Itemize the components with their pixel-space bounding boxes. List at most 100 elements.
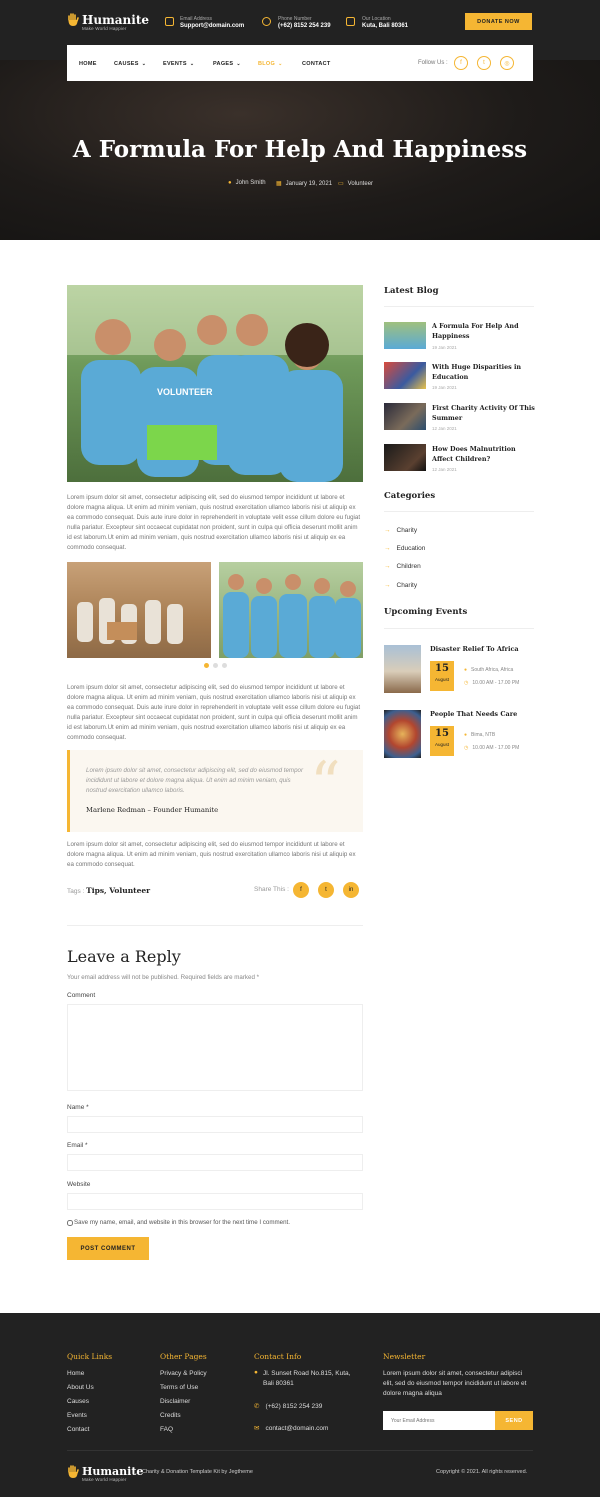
save-info-checkbox[interactable] — [67, 1220, 73, 1226]
post-title[interactable]: A Formula For Help And Happiness — [432, 321, 537, 341]
event-day: 15 — [435, 728, 449, 739]
other-pages-title: Other Pages — [160, 1352, 207, 1361]
post-date: 19 Jan 2021 — [432, 385, 457, 390]
brand-name[interactable]: Humanite — [82, 13, 149, 27]
quick-links-title: Quick Links — [67, 1352, 113, 1361]
reply-title: Leave a Reply — [67, 947, 181, 966]
category-item[interactable]: → Charity — [384, 582, 417, 589]
save-info-label: Save my name, email, and website in this… — [74, 1219, 290, 1226]
footer-link[interactable]: FAQ — [160, 1426, 173, 1433]
tags-value[interactable]: Tips, Volunteer — [86, 886, 150, 895]
categories-title: Categories — [384, 491, 436, 501]
nav-blog[interactable]: BLOG ⌄ — [258, 61, 283, 67]
facebook-icon[interactable]: f — [454, 56, 468, 70]
category-label: Children — [396, 563, 421, 570]
post-title[interactable]: First Charity Activity Of This Summer — [432, 403, 537, 423]
email-value[interactable]: Support@domain.com — [180, 23, 244, 29]
post-title[interactable]: How Does Malnutrition Affect Children? — [432, 444, 537, 464]
location-label: Our Location — [362, 16, 391, 22]
hand-logo-icon — [68, 13, 79, 26]
arrow-right-icon: → — [384, 545, 391, 552]
linkedin-icon[interactable]: in — [343, 882, 359, 898]
footer-link[interactable]: Credits — [160, 1412, 181, 1419]
event-title[interactable]: People That Needs Care — [430, 710, 517, 718]
footer-link[interactable]: Contact — [67, 1426, 89, 1433]
email-field[interactable] — [67, 1154, 363, 1171]
event-month: August — [434, 742, 449, 747]
footer-link[interactable]: Terms of Use — [160, 1384, 198, 1391]
event-time: ◷ 10.00 AM - 17.00 PM — [464, 680, 519, 686]
hero-author[interactable]: ● John Smith — [228, 180, 266, 186]
post-thumbnail[interactable] — [384, 403, 426, 430]
post-comment-button[interactable]: POST COMMENT — [67, 1237, 149, 1260]
nav-causes[interactable]: CAUSES ⌄ — [114, 61, 146, 67]
footer-link[interactable]: Disclaimer — [160, 1398, 190, 1405]
share-label: Share This : — [254, 886, 289, 893]
contact-info-title: Contact Info — [254, 1352, 302, 1361]
category-label: Education — [396, 545, 426, 552]
event-date-badge: 15 August — [430, 726, 454, 756]
facebook-icon[interactable]: f — [293, 882, 309, 898]
instagram-icon[interactable]: ◎ — [500, 56, 514, 70]
twitter-icon[interactable]: t — [318, 882, 334, 898]
carousel-dot-active[interactable] — [204, 663, 209, 668]
volunteers-group-image — [219, 562, 363, 658]
divider — [384, 628, 534, 629]
twitter-icon[interactable]: t — [477, 56, 491, 70]
category-label: Charity — [396, 582, 418, 589]
website-field[interactable] — [67, 1193, 363, 1210]
event-location-text: South Africa, Africa — [471, 667, 514, 673]
footer-link[interactable]: Causes — [67, 1398, 89, 1405]
donate-now-button[interactable]: DONATE NOW — [465, 13, 532, 30]
post-date: 12 Jan 2021 — [432, 426, 457, 431]
footer-tagline: Make World Happier — [82, 1477, 127, 1482]
hero-category[interactable]: ▭ Volunteer — [338, 180, 373, 187]
event-thumbnail[interactable] — [384, 710, 421, 758]
footer-link[interactable]: Home — [67, 1370, 84, 1377]
footer-link[interactable]: About Us — [67, 1384, 94, 1391]
post-title[interactable]: With Huge Disparities in Education — [432, 362, 537, 382]
nav-contact[interactable]: CONTACT — [302, 61, 331, 67]
footer-address: Jl. Sunset Road No.815, Kuta, Bali 80361 — [263, 1370, 351, 1387]
phone-value[interactable]: (+62) 8152 254 239 — [278, 23, 331, 29]
category-item[interactable]: → Charity — [384, 527, 417, 534]
nav-home[interactable]: HOME — [79, 61, 97, 67]
hand-logo-icon — [68, 1465, 79, 1478]
footer-phone[interactable]: ✆ (+62) 8152 254 239 — [254, 1402, 322, 1410]
comment-textarea[interactable] — [67, 1004, 363, 1091]
event-day: 15 — [435, 663, 449, 674]
category-text: Volunteer — [347, 181, 374, 187]
newsletter-email-input[interactable] — [383, 1411, 495, 1430]
carousel-dot[interactable] — [222, 663, 227, 668]
send-button[interactable]: SEND — [495, 1411, 533, 1430]
nav-causes-label: CAUSES — [114, 61, 139, 67]
post-thumbnail[interactable] — [384, 362, 426, 389]
comment-label: Comment — [67, 992, 96, 999]
latest-blog-title: Latest Blog — [384, 286, 439, 296]
category-item[interactable]: → Children — [384, 563, 421, 570]
event-thumbnail[interactable] — [384, 645, 421, 693]
location-value: Kuta, Bali 80361 — [362, 23, 409, 29]
nav-events[interactable]: EVENTS ⌄ — [163, 61, 194, 67]
author-name: John Smith — [235, 180, 266, 186]
quote-text: Lorem ipsum dolor sit amet, consectetur … — [86, 767, 304, 794]
footer-link[interactable]: Events — [67, 1412, 87, 1419]
arrow-right-icon: → — [384, 563, 391, 570]
footer-email-text: contact@domain.com — [265, 1425, 329, 1432]
category-item[interactable]: → Education — [384, 545, 425, 552]
tags-row: Tags : Tips, Volunteer — [67, 886, 150, 895]
phone-icon: ✆ — [254, 1403, 260, 1410]
name-field[interactable] — [67, 1116, 363, 1133]
footer-divider — [67, 1450, 533, 1451]
hero-date: ▦ January 19, 2021 — [276, 180, 332, 187]
footer-link[interactable]: Privacy & Policy — [160, 1370, 207, 1377]
post-thumbnail[interactable] — [384, 444, 426, 471]
event-title[interactable]: Disaster Relief To Africa — [430, 645, 519, 653]
chevron-down-icon: ⌄ — [141, 61, 147, 67]
chevron-down-icon: ⌄ — [189, 61, 195, 67]
footer-email[interactable]: ✉ contact@domain.com — [254, 1424, 328, 1432]
nav-pages[interactable]: PAGES ⌄ — [213, 61, 241, 67]
post-thumbnail[interactable] — [384, 322, 426, 349]
carousel-dot[interactable] — [213, 663, 218, 668]
volunteers-main-image: VOLUNTEER — [67, 285, 363, 482]
